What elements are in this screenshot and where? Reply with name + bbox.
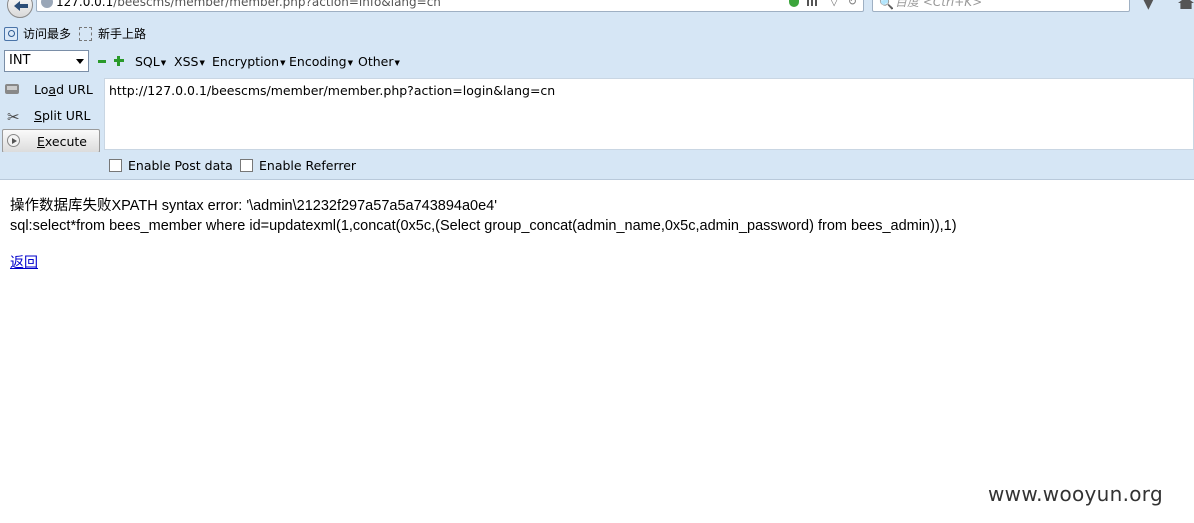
caret-icon: ▼	[160, 59, 167, 67]
menu-label: Other	[358, 54, 394, 69]
caret-icon: ▼	[394, 59, 400, 67]
back-button[interactable]	[7, 0, 33, 18]
url-textarea[interactable]: http://127.0.0.1/beescms/member/member.p…	[104, 78, 1194, 150]
load-url-icon	[5, 84, 19, 94]
caret-icon: ▼	[280, 59, 286, 67]
url-bar-icons: ▽ ↻	[789, 0, 857, 9]
dropdown-arrow-icon[interactable]: ▽	[830, 0, 838, 8]
enable-post-data-checkbox[interactable]: Enable Post data	[109, 159, 233, 173]
minus-icon[interactable]	[98, 60, 106, 63]
caret-icon: ▼	[199, 59, 205, 67]
address-bar[interactable]: 127.0.0.1/beescms/member/member.php?acti…	[36, 0, 864, 12]
navigation-bar: 127.0.0.1/beescms/member/member.php?acti…	[0, 0, 1194, 20]
error-message: 操作数据库失败XPATH syntax error: '\admin\21232…	[10, 198, 497, 214]
bookmark-label: 新手上路	[98, 27, 147, 41]
hackbar-panel: Load URL ✂ Split URL Execute http://127.…	[0, 76, 1194, 153]
checkbox-label: Enable Post data	[128, 158, 233, 173]
enable-referrer-checkbox[interactable]: Enable Referrer	[240, 159, 356, 173]
execute-button[interactable]: Execute	[2, 129, 100, 153]
watermark: www.wooyun.org	[988, 482, 1163, 506]
checkbox-label: Enable Referrer	[259, 158, 357, 173]
bookmark-label: 访问最多	[23, 27, 72, 41]
page-icon	[79, 27, 92, 41]
back-link[interactable]: 返回	[10, 252, 38, 272]
split-url-label: Split URL	[34, 108, 91, 123]
select-value: INT	[9, 53, 31, 68]
home-icon[interactable]	[1178, 0, 1194, 9]
globe-icon	[41, 0, 53, 8]
execute-label: Execute	[37, 134, 87, 149]
menu-label: Encryption	[212, 54, 280, 69]
bookmark-most-visited[interactable]: 访问最多	[4, 26, 71, 42]
type-select[interactable]: INT	[4, 50, 89, 72]
url-path: /beescms/member/member.php?action=info&l…	[113, 0, 441, 9]
shield-icon[interactable]	[789, 0, 800, 7]
back-arrow-icon	[14, 1, 28, 11]
sql-query: sql:select*from bees_member where id=upd…	[10, 218, 957, 234]
bookmark-getting-started[interactable]: 新手上路	[79, 26, 146, 42]
menu-label: XSS	[174, 54, 199, 69]
search-placeholder: 百度 <Ctrl+K>	[895, 0, 983, 9]
menu-encoding[interactable]: Encoding▼	[289, 54, 353, 71]
hackbar-toolbar: INT SQL▼ XSS▼ Encryption▼ Encoding▼ Othe…	[0, 48, 1194, 76]
page-content: 操作数据库失败XPATH syntax error: '\admin\21232…	[10, 196, 957, 236]
scissors-icon: ✂	[7, 108, 20, 126]
menu-xss[interactable]: XSS▼	[174, 54, 205, 71]
reload-icon[interactable]: ↻	[848, 0, 857, 8]
play-icon	[7, 134, 20, 147]
hackbar-options: Enable Post data Enable Referrer	[0, 152, 1194, 180]
split-url-button[interactable]: ✂ Split URL	[2, 104, 100, 128]
menu-sql[interactable]: SQL▼	[135, 54, 166, 71]
checkbox-box[interactable]	[240, 159, 253, 172]
search-icon: 🔍	[879, 0, 894, 10]
menu-label: SQL	[135, 54, 160, 69]
search-icon	[4, 27, 18, 41]
load-url-label: Load URL	[34, 82, 93, 97]
bookmarks-bar: 访问最多 新手上路	[0, 20, 1194, 48]
menu-label: Encoding	[289, 54, 347, 69]
caret-icon: ▼	[347, 59, 353, 67]
download-arrow-icon[interactable]: ▼	[1143, 0, 1154, 12]
search-bar[interactable]: 🔍 百度 <Ctrl+K>	[872, 0, 1130, 12]
chevron-down-icon	[76, 59, 84, 64]
plus-icon[interactable]	[114, 56, 124, 66]
url-host: 127.0.0.1	[56, 0, 114, 9]
checkbox-box[interactable]	[109, 159, 122, 172]
load-url-button[interactable]: Load URL	[2, 78, 100, 102]
menu-encryption[interactable]: Encryption▼	[212, 54, 286, 71]
qr-code-icon[interactable]	[807, 0, 819, 6]
menu-other[interactable]: Other▼	[358, 54, 400, 71]
